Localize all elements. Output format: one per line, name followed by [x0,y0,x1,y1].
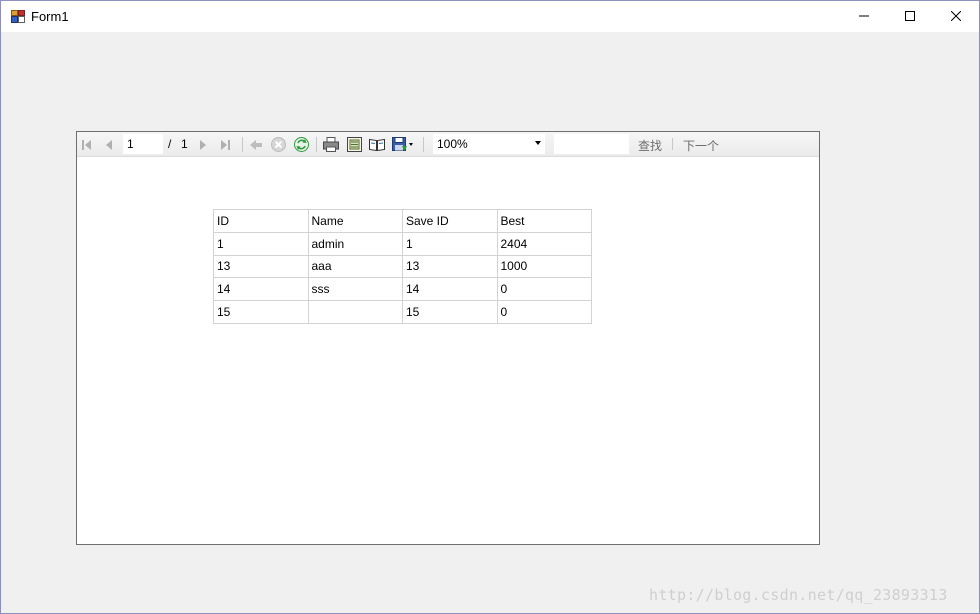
page-setup-icon [369,138,385,151]
table-cell: 2404 [496,231,592,256]
total-pages: 1 [181,137,188,151]
toolbar-separator [316,137,317,152]
zoom-value: 100% [437,137,468,151]
next-page-button[interactable] [197,136,207,153]
last-page-button[interactable] [219,136,231,153]
print-icon [323,137,339,152]
table-header-row: ID Name Save ID Best [213,209,592,233]
refresh-button[interactable] [293,136,309,153]
print-button[interactable] [322,136,340,153]
back-button[interactable] [249,136,263,153]
last-page-icon [221,139,230,150]
table-row: 15 15 0 [213,300,592,324]
maximize-button[interactable] [887,1,933,31]
column-header: Best [496,209,592,233]
column-header: Name [307,209,403,233]
table-cell: admin [307,231,403,256]
find-next-link[interactable]: 下一个 [683,137,719,154]
current-page-input[interactable] [123,134,163,154]
table-cell: 15 [402,300,498,324]
export-icon [392,137,413,151]
toolbar-separator [242,137,243,152]
maximize-icon [905,11,915,21]
find-separator [672,138,673,150]
report-table: ID Name Save ID Best 1 admin 1 2404 13 a… [213,209,592,324]
next-page-icon [199,139,206,150]
toolbar-separator [423,137,424,152]
table-cell: 1000 [496,254,592,279]
table-cell: 0 [496,277,592,301]
stop-button[interactable] [270,136,286,153]
table-row: 14 sss 14 0 [213,277,592,301]
table-row: 13 aaa 13 1000 [213,254,592,279]
page-separator: / [168,137,172,151]
prev-page-button[interactable] [104,136,114,153]
find-link[interactable]: 查找 [638,137,662,154]
column-header: ID [213,209,309,233]
window-title: Form1 [31,9,69,24]
table-cell: 0 [496,300,592,324]
table-cell [307,300,403,324]
table-cell: 1 [213,231,309,256]
title-bar[interactable]: Form1 [1,1,979,32]
minimize-icon [859,15,869,17]
stop-icon [270,137,286,152]
app-icon[interactable] [11,10,25,23]
prev-page-icon [105,139,112,150]
table-cell: 13 [213,254,309,279]
report-viewer[interactable]: / 1 [76,131,820,545]
form-window: Form1 / 1 [0,0,980,614]
zoom-select[interactable]: 100% [433,134,545,154]
table-cell: sss [307,277,403,301]
report-toolbar: / 1 [77,132,819,157]
watermark: http://blog.csdn.net/qq_23893313 [649,586,948,604]
table-cell: 1 [402,231,498,256]
table-cell: 13 [402,254,498,279]
table-cell: aaa [307,254,403,279]
export-button[interactable] [391,136,415,153]
refresh-icon [293,137,309,152]
page-setup-button[interactable] [368,136,386,153]
back-icon [250,139,262,150]
table-cell: 14 [213,277,309,301]
first-page-button[interactable] [81,136,93,153]
table-cell: 15 [213,300,309,324]
first-page-icon [82,139,91,150]
chevron-down-icon [535,141,541,145]
close-icon [951,11,961,21]
column-header: Save ID [402,209,498,233]
minimize-button[interactable] [841,1,887,31]
print-layout-icon [346,137,362,152]
print-layout-button[interactable] [345,136,363,153]
table-cell: 14 [402,277,498,301]
find-input[interactable] [554,134,629,154]
close-button[interactable] [933,1,979,31]
table-row: 1 admin 1 2404 [213,231,592,256]
